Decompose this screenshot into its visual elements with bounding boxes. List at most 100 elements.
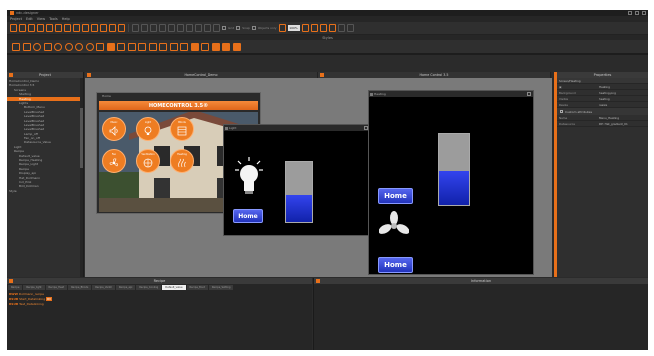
keypad-tool-icon[interactable] bbox=[232, 42, 241, 51]
line-tool-icon[interactable] bbox=[33, 42, 41, 51]
property-value[interactable]: Menu_Heating bbox=[599, 116, 646, 120]
grid-checkbox[interactable] bbox=[222, 26, 226, 30]
maximize-button[interactable] bbox=[635, 11, 639, 15]
trend-tool-icon[interactable] bbox=[190, 42, 199, 51]
tree-item[interactable]: Style bbox=[7, 189, 83, 193]
blinds-button[interactable]: Blinds bbox=[170, 117, 194, 141]
ellipse-tool-icon[interactable] bbox=[64, 42, 73, 51]
light-screen[interactable]: Light Home bbox=[223, 124, 371, 236]
align-top-icon[interactable] bbox=[159, 24, 166, 32]
music-button[interactable]: Music bbox=[102, 117, 126, 141]
custom-attributes-group[interactable]: Custom attributes bbox=[557, 108, 648, 115]
run-icon[interactable] bbox=[118, 24, 125, 32]
recipe-tab[interactable]: Recipe_Boot bbox=[186, 285, 208, 290]
distribute-icon[interactable] bbox=[204, 24, 211, 32]
help-icon[interactable] bbox=[346, 24, 354, 32]
copy-icon[interactable] bbox=[55, 24, 62, 32]
align-center-icon[interactable] bbox=[141, 24, 148, 32]
close-button[interactable] bbox=[642, 11, 646, 15]
recipe-tab[interactable]: Recipe_Cooling bbox=[136, 285, 162, 290]
recipe-tab[interactable]: Recipe_light bbox=[23, 285, 45, 290]
property-value[interactable]: resize bbox=[599, 103, 646, 107]
fan-home-button[interactable]: Home bbox=[378, 257, 413, 273]
recipe-panel-close-icon[interactable] bbox=[9, 279, 13, 283]
menu-help[interactable]: Help bbox=[62, 17, 70, 21]
snap-checkbox[interactable] bbox=[236, 26, 241, 30]
grid-icon[interactable] bbox=[213, 24, 220, 32]
recipe-item[interactable]: RSUB Test_Datalinking bbox=[9, 302, 52, 307]
star-tool-icon[interactable] bbox=[54, 42, 62, 51]
save-all-icon[interactable] bbox=[37, 24, 44, 32]
gauge-tool-icon[interactable] bbox=[138, 42, 146, 51]
property-value[interactable]: DP: Hat_gradient_01 bbox=[599, 122, 646, 126]
polyline-tool-icon[interactable] bbox=[43, 42, 52, 51]
find-icon[interactable] bbox=[100, 24, 107, 32]
project-scrollbar[interactable] bbox=[80, 78, 83, 277]
open-icon[interactable] bbox=[19, 24, 26, 32]
slider-tool-icon[interactable] bbox=[127, 42, 136, 51]
list-tool-icon[interactable] bbox=[180, 42, 188, 51]
undo-icon[interactable] bbox=[82, 24, 89, 32]
heating-button[interactable]: Heating bbox=[170, 149, 194, 173]
heating-screen[interactable]: Heating Home Home bbox=[368, 90, 534, 275]
zoom-fit-icon[interactable] bbox=[278, 24, 286, 32]
minimize-button[interactable] bbox=[628, 11, 632, 15]
container-tool-icon[interactable] bbox=[222, 42, 230, 51]
align-bottom-icon[interactable] bbox=[177, 24, 184, 32]
same-width-icon[interactable] bbox=[186, 24, 193, 32]
fan-button[interactable]: Fan bbox=[102, 149, 126, 173]
ventilation-button[interactable]: Ventilation bbox=[136, 149, 160, 173]
table-tool-icon[interactable] bbox=[169, 42, 178, 51]
property-row[interactable]: Datasource DP: Hat_gradient_01 bbox=[557, 121, 648, 127]
build-icon[interactable] bbox=[109, 24, 116, 32]
pie-tool-icon[interactable] bbox=[85, 42, 94, 51]
alarm-tool-icon[interactable] bbox=[201, 42, 209, 51]
objects-only-checkbox[interactable] bbox=[251, 26, 256, 30]
cut-icon[interactable] bbox=[46, 24, 53, 32]
expand-icon[interactable] bbox=[560, 110, 563, 113]
grid-tool-icon[interactable] bbox=[211, 42, 220, 51]
redo-icon[interactable] bbox=[91, 24, 98, 32]
button-tool-icon[interactable] bbox=[117, 42, 125, 51]
align-middle-icon[interactable] bbox=[168, 24, 175, 32]
heating-level-bar[interactable] bbox=[438, 133, 470, 206]
paste-icon[interactable] bbox=[64, 24, 71, 32]
arc-tool-icon[interactable] bbox=[75, 42, 83, 51]
text-tool-icon[interactable] bbox=[96, 42, 104, 51]
delete-icon[interactable] bbox=[73, 24, 80, 32]
menu-tools[interactable]: Tools bbox=[49, 17, 58, 21]
align-right-icon[interactable] bbox=[150, 24, 157, 32]
heating-window-close-icon[interactable] bbox=[527, 92, 531, 96]
menu-project[interactable]: Project bbox=[10, 17, 22, 21]
rounded-rect-tool-icon[interactable] bbox=[22, 42, 31, 51]
property-value[interactable]: heating.png bbox=[599, 91, 646, 95]
project-panel-close-icon[interactable] bbox=[9, 73, 13, 77]
information-panel-close-icon[interactable] bbox=[316, 279, 320, 283]
menu-edit[interactable]: Edit bbox=[26, 17, 33, 21]
tab-homecontrol-demo[interactable]: HomeControl_Demo bbox=[85, 72, 318, 78]
property-value[interactable]: heating bbox=[599, 97, 646, 101]
light-level-bar[interactable] bbox=[285, 161, 313, 223]
settings-icon[interactable] bbox=[337, 24, 345, 32]
recipe-tab[interactable]: Recipe_Ventil bbox=[92, 285, 115, 290]
edit-tool-icon[interactable] bbox=[159, 42, 167, 51]
tab-home-control[interactable]: Home Control 3.5 bbox=[318, 72, 551, 78]
tab-close-icon[interactable] bbox=[320, 73, 324, 77]
zoom-in-icon[interactable] bbox=[301, 24, 309, 32]
recipe-tab[interactable]: Recipe_api bbox=[115, 285, 136, 290]
recipe-tab[interactable]: Default_value bbox=[162, 285, 186, 290]
recipe-tab[interactable]: Recipe_Heat bbox=[45, 285, 68, 290]
align-left-icon[interactable] bbox=[132, 24, 139, 32]
light-home-button[interactable]: Home bbox=[233, 209, 263, 223]
download-icon[interactable] bbox=[328, 24, 336, 32]
new-project-icon[interactable] bbox=[10, 24, 17, 32]
image-tool-icon[interactable] bbox=[106, 42, 115, 51]
light-button[interactable]: Light bbox=[136, 117, 160, 141]
recipe-tab[interactable]: Recipe_Setting bbox=[208, 285, 234, 290]
recipe-tab[interactable]: Recipe_Blinds bbox=[68, 285, 92, 290]
heating-home-button[interactable]: Home bbox=[378, 188, 413, 204]
zoom-out-icon[interactable] bbox=[310, 24, 318, 32]
chart-tool-icon[interactable] bbox=[148, 42, 157, 51]
menu-view[interactable]: View bbox=[37, 17, 45, 21]
save-icon[interactable] bbox=[28, 24, 35, 32]
